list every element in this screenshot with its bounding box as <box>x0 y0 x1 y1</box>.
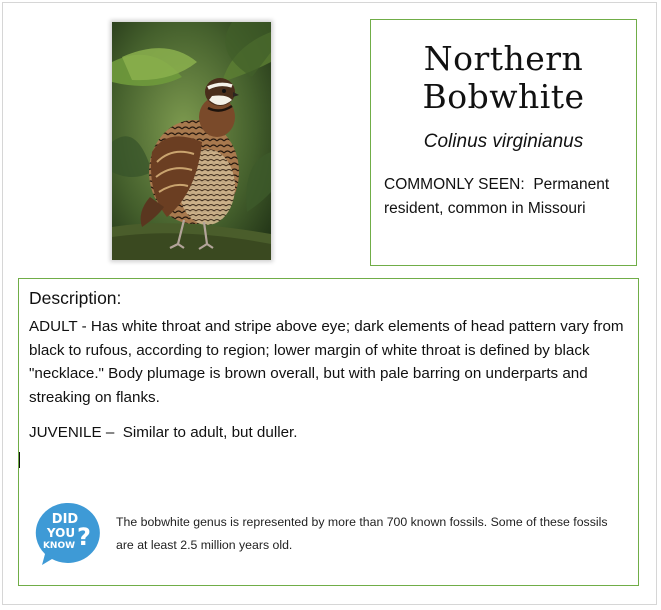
badge-line-know: KNOW <box>43 541 75 551</box>
juvenile-text: Similar to adult, but duller. <box>122 424 298 441</box>
juvenile-description: JUVENILE – Similar to adult, but duller. <box>29 424 298 441</box>
badge-question-mark: ? <box>77 523 91 551</box>
commonly-seen-label: COMMONLY SEEN: <box>384 176 525 193</box>
description-box: Description: ADULT - Has white throat an… <box>18 278 639 586</box>
scientific-name: Colinus virginianus <box>423 131 584 152</box>
juvenile-label: JUVENILE <box>29 424 102 441</box>
adult-description: ADULT - Has white throat and stripe abov… <box>29 318 624 406</box>
adult-label: ADULT <box>29 318 78 335</box>
did-you-know-icon: DID YOU KNOW ? <box>32 501 100 567</box>
adult-text: Has white throat and stripe above eye; d… <box>29 318 624 406</box>
text-cursor <box>19 452 20 468</box>
species-title-box: Northern Bobwhite Colinus virginianus CO… <box>370 19 637 266</box>
common-name: Northern Bobwhite <box>371 40 636 116</box>
badge-line-did: DID <box>52 512 79 527</box>
did-you-know-fact: The bobwhite genus is represented by mor… <box>116 515 608 552</box>
badge-line-you: YOU <box>46 526 75 540</box>
description-heading: Description: <box>29 288 122 308</box>
commonly-seen: COMMONLY SEEN: Permanent resident, commo… <box>384 173 628 221</box>
bird-photo <box>112 22 271 260</box>
common-name-line-1: Northern <box>423 39 584 78</box>
common-name-line-2: Bobwhite <box>422 77 585 116</box>
